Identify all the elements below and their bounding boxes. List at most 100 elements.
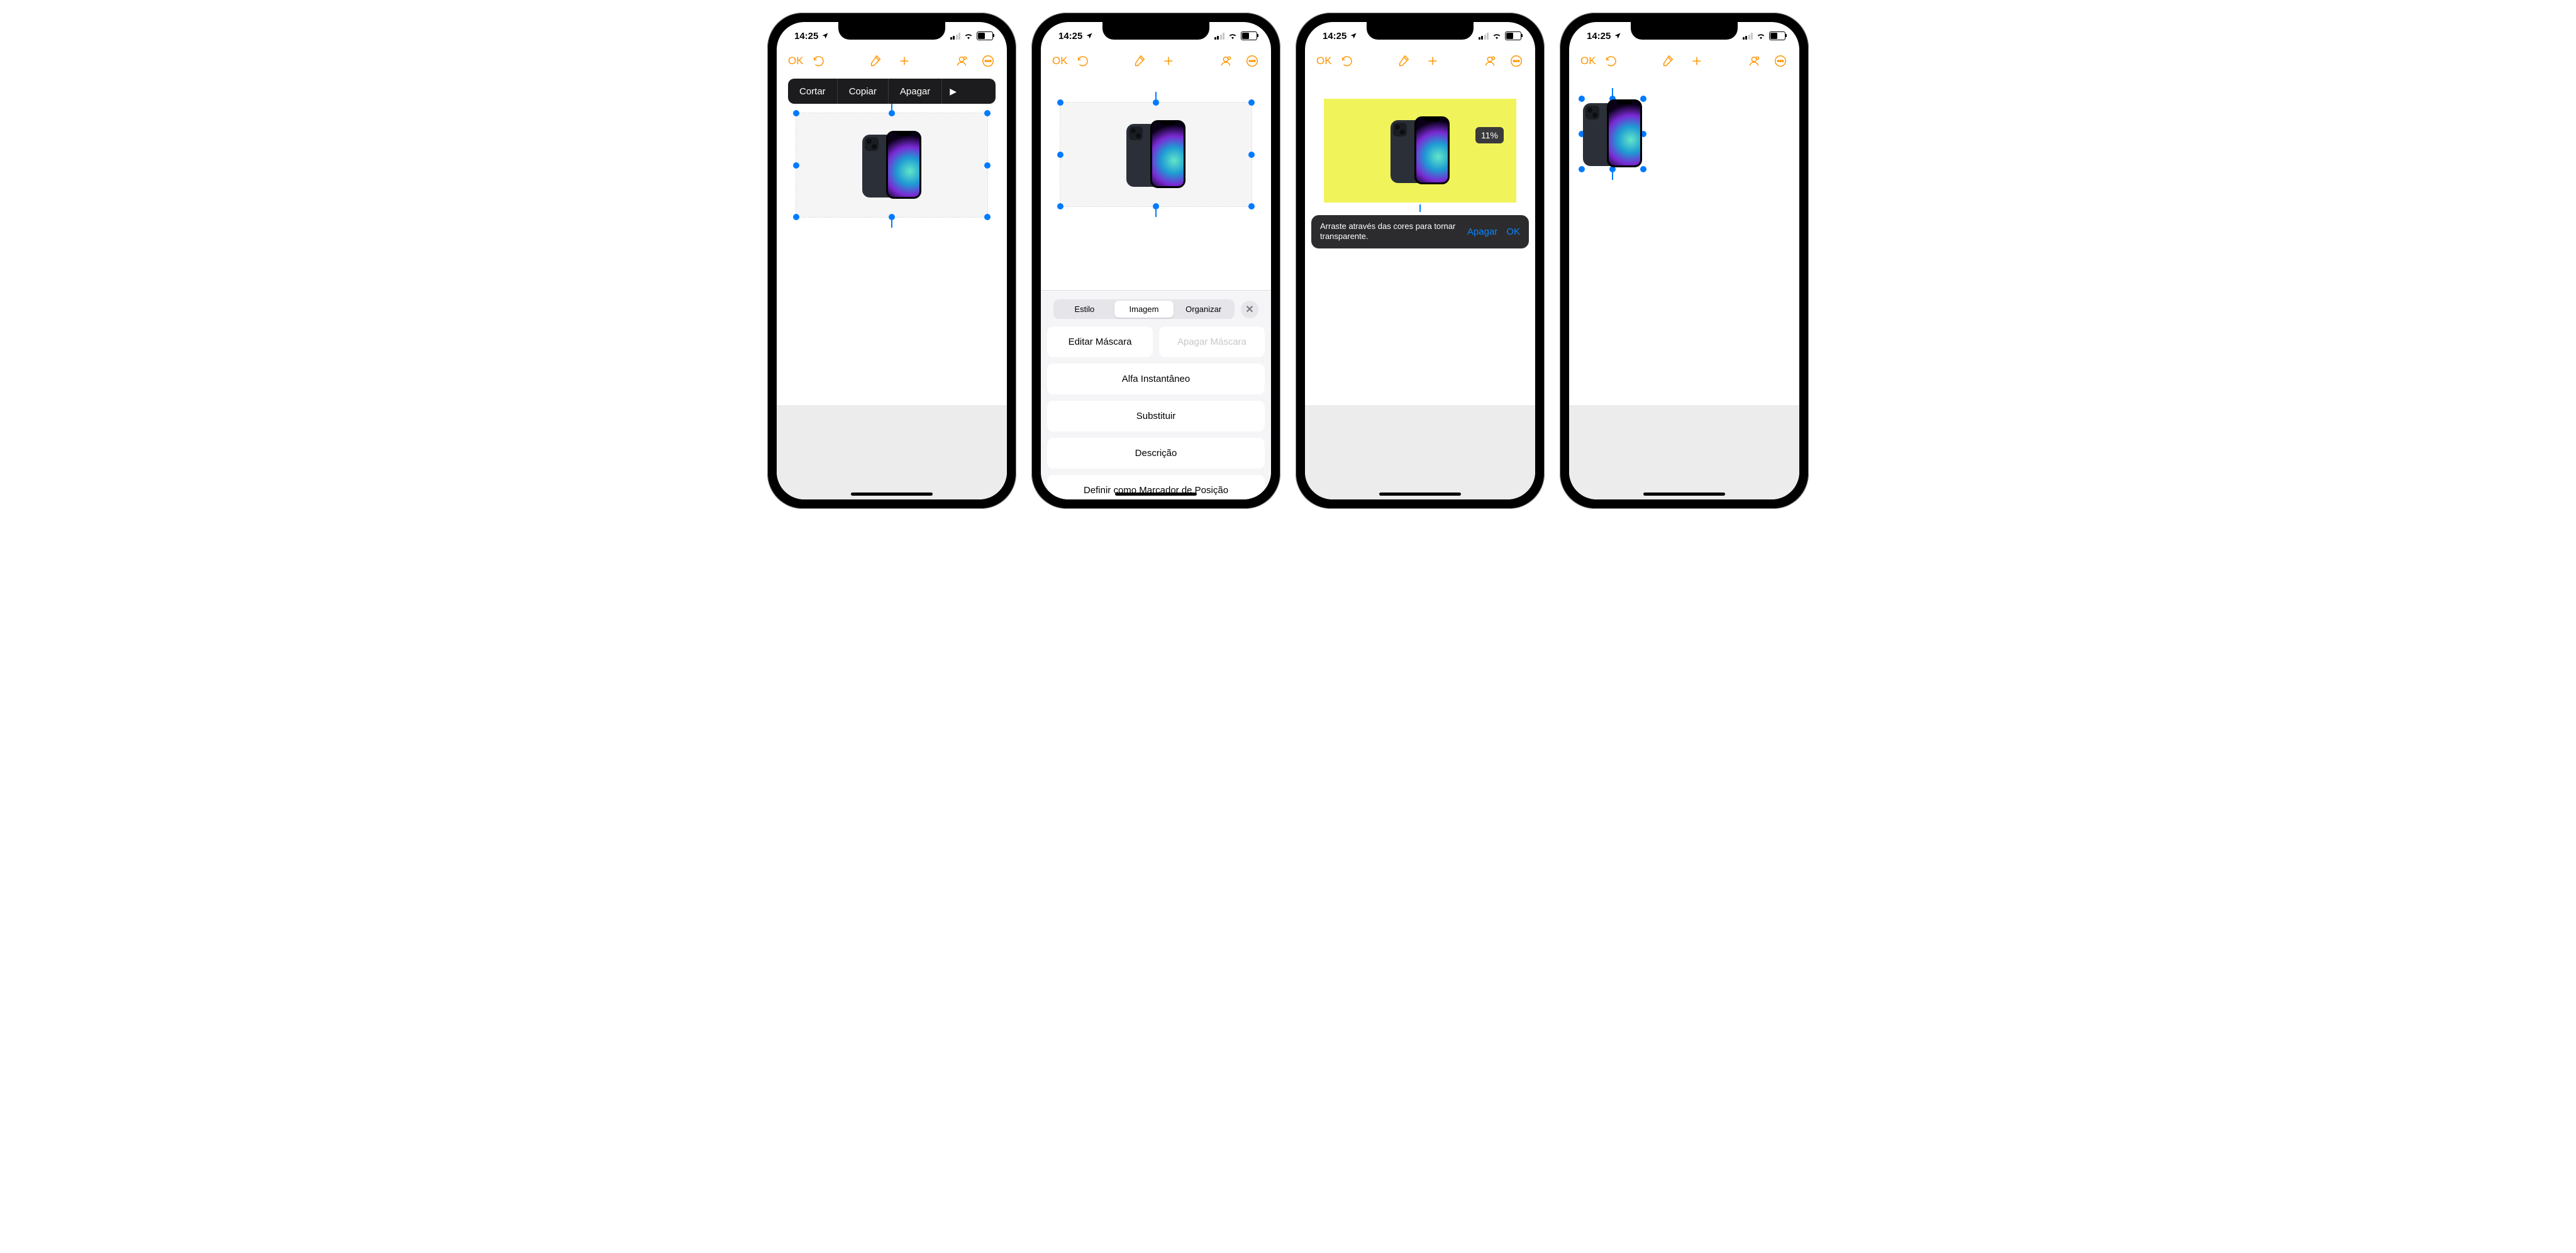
format-brush-icon[interactable] (1132, 53, 1147, 69)
cellular-icon (1479, 33, 1489, 40)
collaborate-icon[interactable] (1482, 53, 1497, 69)
selected-image[interactable] (1060, 102, 1252, 207)
more-icon[interactable] (1773, 53, 1788, 69)
alpha-ok-button[interactable]: OK (1506, 226, 1520, 237)
more-icon[interactable] (980, 53, 996, 69)
product-image (1583, 99, 1642, 169)
location-icon (1350, 32, 1357, 40)
notch (838, 22, 945, 40)
add-icon[interactable] (1161, 53, 1176, 69)
document-canvas[interactable] (1569, 74, 1799, 499)
clock: 14:25 (1058, 31, 1082, 42)
more-icon[interactable] (1245, 53, 1260, 69)
add-icon[interactable] (1689, 53, 1704, 69)
clock: 14:25 (1587, 31, 1611, 42)
context-copy[interactable]: Copiar (838, 79, 889, 104)
collaborate-icon[interactable] (1218, 53, 1233, 69)
wifi-icon (963, 32, 974, 40)
resize-handle[interactable] (889, 214, 895, 220)
notch (1102, 22, 1209, 40)
phone-frame: 14:25 OK (1560, 13, 1809, 509)
document-canvas[interactable]: 11% Arraste através das cores para torna… (1305, 74, 1535, 499)
product-image (862, 131, 921, 200)
selected-image[interactable] (1582, 99, 1643, 169)
undo-icon[interactable] (1340, 53, 1355, 69)
undo-icon[interactable] (1075, 53, 1091, 69)
undo-icon[interactable] (1604, 53, 1619, 69)
resize-handle[interactable] (889, 110, 895, 116)
home-indicator[interactable] (851, 493, 933, 496)
format-brush-icon[interactable] (868, 53, 883, 69)
resize-handle[interactable] (984, 214, 991, 220)
cellular-icon (950, 33, 961, 40)
resize-handle[interactable] (984, 162, 991, 169)
ok-button[interactable]: OK (788, 55, 804, 67)
collaborate-icon[interactable] (1746, 53, 1762, 69)
replace-button[interactable]: Substituir (1047, 401, 1265, 432)
ok-button[interactable]: OK (1316, 55, 1332, 67)
resize-handle[interactable] (1057, 152, 1063, 158)
add-icon[interactable] (897, 53, 912, 69)
format-brush-icon[interactable] (1660, 53, 1675, 69)
alignment-guide-icon (1155, 209, 1157, 217)
format-brush-icon[interactable] (1396, 53, 1411, 69)
resize-handle[interactable] (793, 110, 799, 116)
home-indicator[interactable] (1115, 493, 1197, 496)
notch (1367, 22, 1474, 40)
edit-mask-button[interactable]: Editar Máscara (1047, 326, 1153, 357)
clock: 14:25 (1323, 31, 1346, 42)
wifi-icon (1228, 32, 1238, 40)
home-indicator[interactable] (1643, 493, 1725, 496)
tab-style[interactable]: Estilo (1055, 301, 1114, 318)
instant-alpha-selection[interactable] (1324, 99, 1516, 203)
context-menu: Cortar Copiar Apagar ▶ (788, 79, 996, 104)
clear-mask-button: Apagar Máscara (1159, 326, 1265, 357)
description-button[interactable]: Descrição (1047, 438, 1265, 469)
resize-handle[interactable] (793, 214, 799, 220)
toolbar: OK (1305, 48, 1535, 74)
alpha-clear-button[interactable]: Apagar (1467, 226, 1497, 237)
ok-button[interactable]: OK (1052, 55, 1068, 67)
context-more-icon[interactable]: ▶ (942, 86, 964, 97)
toolbar: OK (1041, 48, 1271, 74)
close-icon[interactable]: ✕ (1241, 301, 1258, 318)
define-placeholder-button[interactable]: Definir como Marcador de Posição (1047, 475, 1265, 499)
toolbar: OK (777, 48, 1007, 74)
undo-icon[interactable] (811, 53, 826, 69)
phone-frame: 14:25 OK Cortar Copiar Apagar (767, 13, 1016, 509)
collaborate-icon[interactable] (954, 53, 969, 69)
alignment-guide-icon (1612, 88, 1613, 96)
home-indicator[interactable] (1379, 493, 1461, 496)
tab-image[interactable]: Imagem (1114, 301, 1174, 318)
resize-handle[interactable] (1248, 203, 1255, 209)
location-icon (821, 32, 829, 40)
resize-handle[interactable] (1057, 203, 1063, 209)
resize-handle[interactable] (1248, 99, 1255, 106)
selected-image[interactable] (796, 113, 988, 218)
page-background (777, 405, 1007, 499)
notch (1631, 22, 1738, 40)
instant-alpha-button[interactable]: Alfa Instantâneo (1047, 364, 1265, 394)
document-canvas[interactable]: Cortar Copiar Apagar ▶ (777, 74, 1007, 499)
product-image (1126, 120, 1185, 189)
resize-handle[interactable] (1153, 203, 1159, 209)
battery-icon (977, 31, 993, 40)
document-canvas[interactable] (1041, 74, 1271, 290)
add-icon[interactable] (1425, 53, 1440, 69)
resize-handle[interactable] (1248, 152, 1255, 158)
ok-button[interactable]: OK (1580, 55, 1596, 67)
resize-handle[interactable] (1057, 99, 1063, 106)
resize-handle[interactable] (1153, 99, 1159, 106)
resize-handle[interactable] (984, 110, 991, 116)
more-icon[interactable] (1509, 53, 1524, 69)
location-icon (1085, 32, 1093, 40)
cellular-icon (1214, 33, 1225, 40)
resize-handle[interactable] (793, 162, 799, 169)
location-icon (1614, 32, 1621, 40)
context-delete[interactable]: Apagar (889, 79, 942, 104)
format-sheet: Estilo Imagem Organizar ✕ Editar Máscara… (1041, 290, 1271, 499)
wifi-icon (1492, 32, 1502, 40)
tab-arrange[interactable]: Organizar (1174, 301, 1233, 318)
context-cut[interactable]: Cortar (788, 79, 838, 104)
page-background (1569, 405, 1799, 499)
